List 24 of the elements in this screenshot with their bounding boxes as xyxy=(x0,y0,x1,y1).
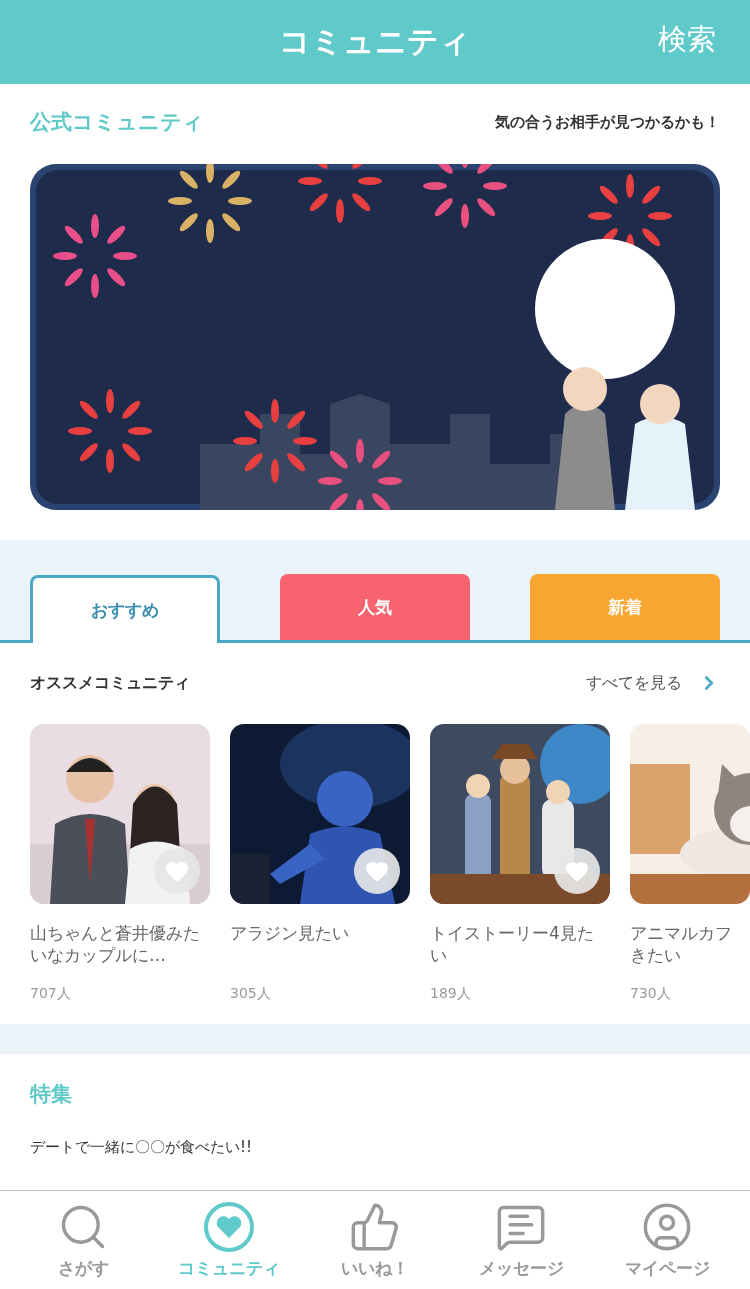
nav-item[interactable]: いいね！ xyxy=(310,1200,440,1280)
nav-item[interactable]: マイページ xyxy=(602,1200,732,1280)
section-title: オススメコミュニティ xyxy=(30,672,190,694)
community-title: トイストーリー4見たい xyxy=(430,922,595,966)
tab[interactable]: おすすめ xyxy=(30,575,220,643)
community-title: アニマルカフきたい xyxy=(630,922,733,966)
member-count: 707人 xyxy=(30,985,72,1003)
nav-item[interactable]: コミュニティ xyxy=(164,1200,294,1280)
member-count: 730人 xyxy=(630,985,672,1003)
community-title: アラジン見たい xyxy=(230,922,350,945)
nav-item[interactable]: メッセージ xyxy=(456,1200,586,1280)
member-count: 189人 xyxy=(430,985,472,1003)
section-title: 公式コミュニティ xyxy=(30,109,204,136)
feature-item[interactable]: デートで一緒に〇〇が食べたい!! xyxy=(30,1138,720,1157)
search-link[interactable]: 検索 xyxy=(658,20,716,60)
section-title: 特集 xyxy=(30,1081,73,1108)
page-title: コミュニティ xyxy=(279,22,471,61)
tab[interactable]: 人気 xyxy=(280,574,470,640)
see-all-link[interactable]: すべてを見る xyxy=(586,672,720,694)
nav-item[interactable]: さがす xyxy=(18,1200,148,1280)
community-title: 山ちゃんと蒼井優みたいなカップルに… xyxy=(30,922,201,966)
tagline: 気の合うお相手が見つかるかも！ xyxy=(495,112,720,132)
member-count: 305人 xyxy=(230,985,272,1003)
tab[interactable]: 新着 xyxy=(530,574,720,640)
